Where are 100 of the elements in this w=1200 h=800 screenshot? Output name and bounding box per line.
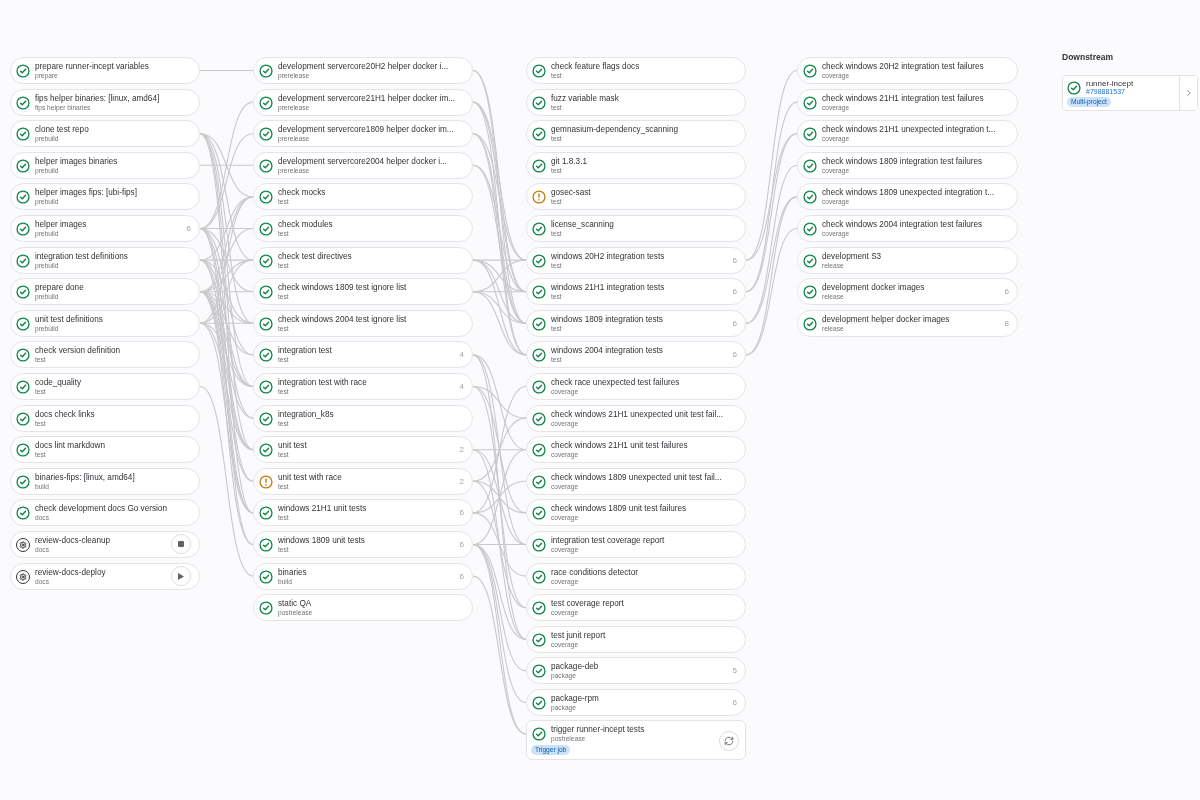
job-name: check modules xyxy=(278,219,334,230)
check-circle-icon xyxy=(532,569,546,584)
play-button[interactable] xyxy=(171,566,191,586)
exclamation-circle-icon xyxy=(532,190,546,205)
check-circle-icon xyxy=(532,316,546,331)
job-count: 6 xyxy=(459,539,464,549)
job-name: helper images xyxy=(35,219,88,230)
job-name: integration test xyxy=(278,346,333,357)
job-name: development servercore21H1 helper docker im... xyxy=(278,93,457,104)
job-name: helper images fips: [ubi-fips] xyxy=(35,188,138,199)
check-circle-icon xyxy=(803,316,817,331)
check-circle-icon xyxy=(259,95,273,110)
job-name: check windows 1809 unexpected unit test fail... xyxy=(551,472,723,483)
check-circle-icon xyxy=(259,127,273,142)
check-circle-icon xyxy=(532,695,546,710)
check-circle-icon xyxy=(532,285,546,300)
job-name: race conditions detector xyxy=(551,567,639,578)
check-circle-icon xyxy=(259,506,273,521)
job-name: static QA xyxy=(278,599,313,610)
stop-icon xyxy=(178,541,184,548)
check-circle-icon xyxy=(16,95,30,110)
job-name: git 1.8.3.1 xyxy=(551,156,588,167)
stop-button[interactable] xyxy=(171,534,191,555)
job-name: windows 1809 integration tests xyxy=(551,314,664,325)
check-circle-icon xyxy=(532,348,546,363)
job-name: windows 21H1 integration tests xyxy=(551,283,666,294)
job-name: windows 20H2 integration tests xyxy=(551,251,666,262)
job-name: check development docs Go version xyxy=(35,504,168,515)
check-circle-icon xyxy=(803,221,817,236)
job-count: 6 xyxy=(186,223,191,233)
job-name: check windows 21H1 unit test failures xyxy=(551,441,689,452)
check-circle-icon xyxy=(16,379,30,394)
check-circle-icon xyxy=(532,127,546,142)
job-count: 8 xyxy=(1004,318,1009,328)
job-name: check windows 2004 test ignore list xyxy=(278,314,408,325)
check-circle-icon xyxy=(532,506,546,521)
check-circle-icon xyxy=(259,537,273,552)
job-name: integration test definitions xyxy=(35,251,129,262)
job-name: binaries xyxy=(278,567,308,578)
job-name: review-docs-deploy xyxy=(35,567,107,578)
check-circle-icon xyxy=(532,411,546,426)
check-circle-icon xyxy=(259,221,273,236)
job-name: development servercore1809 helper docker im... xyxy=(278,125,455,136)
job-name: check feature flags docs xyxy=(551,62,641,72)
check-circle-icon xyxy=(259,190,273,205)
job-name: unit test definitions xyxy=(35,314,104,325)
job-count: 6 xyxy=(732,255,737,265)
job-name: integration test coverage report xyxy=(551,535,666,546)
check-circle-icon xyxy=(1067,81,1081,95)
job-name: code_quality xyxy=(35,377,82,388)
job-name: package-rpm xyxy=(551,693,600,704)
job-name: check mocks xyxy=(278,188,327,199)
check-circle-icon xyxy=(16,443,30,458)
check-circle-icon xyxy=(532,727,546,742)
job-name: docs check links xyxy=(35,409,96,420)
job-name: windows 2004 integration tests xyxy=(551,346,664,357)
check-circle-icon xyxy=(532,601,546,616)
job-name: development S3 xyxy=(822,251,883,262)
job-name: check windows 2004 integration test failures xyxy=(822,219,984,230)
job-name: development helper docker images xyxy=(822,314,951,325)
check-circle-icon xyxy=(259,64,273,78)
check-circle-icon xyxy=(803,95,817,110)
job-name: binaries-fips: [linux, amd64] xyxy=(35,472,136,483)
check-circle-icon xyxy=(532,221,546,236)
retry-button[interactable] xyxy=(719,731,739,752)
job-count: 6 xyxy=(459,571,464,581)
job-name: fips helper binaries: [linux, amd64] xyxy=(35,93,161,104)
job-name: fuzz variable mask xyxy=(551,93,620,104)
check-circle-icon xyxy=(16,127,30,142)
job-name: integration test with race xyxy=(278,377,368,388)
job-name: check race unexpected test failures xyxy=(551,377,681,388)
downstream-title: Downstream xyxy=(1062,52,1114,62)
job-name: prepare runner-incept variables xyxy=(35,62,150,72)
check-circle-icon xyxy=(532,664,546,679)
job-name: check version definition xyxy=(35,346,122,357)
check-circle-icon xyxy=(803,190,817,205)
job-name: check windows 1809 unit test failures xyxy=(551,504,688,515)
job-count: 6 xyxy=(459,508,464,518)
check-circle-icon xyxy=(259,379,273,394)
retry-icon xyxy=(724,736,734,747)
job-count: 5 xyxy=(732,666,737,676)
job-name: check test directives xyxy=(278,251,353,262)
job-count: 4 xyxy=(459,381,464,391)
job-name: check windows 21H1 unexpected unit test fail... xyxy=(551,409,725,420)
check-circle-icon xyxy=(803,253,817,268)
check-circle-icon xyxy=(259,348,273,363)
check-circle-icon xyxy=(16,411,30,426)
check-circle-icon xyxy=(259,411,273,426)
job-name: unit test with race xyxy=(278,472,343,483)
job-name: license_scanning xyxy=(551,219,615,230)
job-name: windows 1809 unit tests xyxy=(278,535,366,546)
job-name: clone test repo xyxy=(35,125,90,136)
check-circle-icon xyxy=(803,285,817,300)
job-name: unit test xyxy=(278,441,308,452)
job-count: 2 xyxy=(459,445,464,455)
job-count: 6 xyxy=(1004,287,1009,297)
check-circle-icon xyxy=(803,127,817,142)
job-name: review-docs-cleanup xyxy=(35,535,112,546)
job-count: 6 xyxy=(732,697,737,707)
job-name: docs lint markdown xyxy=(35,441,107,452)
